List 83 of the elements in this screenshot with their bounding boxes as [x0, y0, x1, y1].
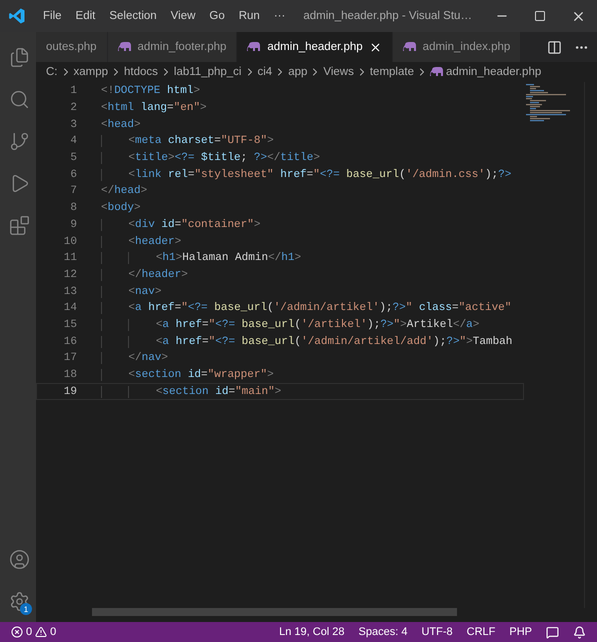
editor-tab[interactable]: admin_footer.php — [108, 32, 238, 62]
line-number: 19 — [62, 386, 77, 398]
line-number: 1 — [69, 85, 77, 98]
code-line: <title><?= $title; ?></title> — [101, 152, 320, 164]
line-number: 12 — [62, 268, 77, 281]
line-number: 16 — [62, 336, 77, 348]
split-editor-icon[interactable] — [547, 40, 562, 54]
code-line: <h1>Halaman Admin</h1> — [101, 252, 302, 264]
line-number: 7 — [69, 185, 77, 198]
breadcrumb-item[interactable]: C: — [46, 66, 58, 78]
app-logo-icon — [8, 7, 26, 25]
close-icon[interactable] — [368, 40, 382, 54]
code-line: <div id="container"> — [101, 218, 260, 231]
status-item[interactable]: UTF-8 — [416, 626, 458, 638]
breadcrumb-item[interactable]: xampp — [74, 66, 108, 78]
scrollbar-thumb[interactable] — [92, 608, 457, 616]
menu-item[interactable]: ··· — [266, 10, 292, 22]
code-line: </nav> — [101, 352, 168, 364]
code-line: <head> — [101, 118, 141, 131]
menu-item[interactable]: View — [164, 10, 202, 22]
tab-label: admin_footer.php — [138, 41, 226, 53]
php-file-icon — [430, 67, 444, 77]
menu-item[interactable]: Edit — [68, 10, 102, 22]
code-line: <section id="main"> — [101, 386, 282, 398]
breadcrumb-item[interactable]: admin_header.php — [446, 66, 542, 78]
breadcrumb-item[interactable]: app — [288, 66, 308, 78]
status-item[interactable]: Ln 19, Col 28 — [274, 626, 350, 638]
line-number: 17 — [62, 352, 77, 364]
code-line: <body> — [101, 202, 141, 214]
code-line: </header> — [101, 268, 188, 281]
line-number: 13 — [62, 286, 77, 298]
breadcrumb-item[interactable]: Views — [323, 66, 354, 78]
error-icon — [11, 626, 23, 638]
line-number: 3 — [69, 118, 77, 131]
menu-item[interactable]: Selection — [102, 10, 164, 22]
tab-label: admin_index.php — [422, 41, 510, 53]
code-line: <header> — [101, 236, 182, 248]
code-line: <meta charset="UTF-8"> — [101, 135, 274, 148]
error-count: 0 — [26, 626, 32, 638]
code-line: </head> — [101, 185, 148, 198]
line-number: 4 — [69, 135, 77, 148]
line-number: 15 — [62, 318, 77, 331]
status-item[interactable]: Spaces: 4 — [354, 626, 412, 638]
breadcrumb-item[interactable]: template — [370, 66, 414, 78]
tab-label: outes.php — [46, 41, 97, 53]
editor-tab[interactable]: outes.php — [36, 32, 108, 62]
line-number: 11 — [62, 252, 77, 264]
code-line: <!DOCTYPE html> — [101, 85, 200, 98]
notification-badge: 1 — [20, 603, 32, 615]
line-number: 14 — [62, 302, 77, 314]
editor-tab[interactable]: admin_header.php — [237, 32, 393, 62]
line-number: 5 — [69, 152, 77, 164]
code-line: <a href="<?= base_url('/artikel');?>">Artikel</a> — [101, 318, 480, 331]
status-item[interactable]: CRLF — [462, 626, 500, 638]
breadcrumb-item[interactable]: ci4 — [258, 66, 272, 78]
bell-icon[interactable] — [573, 626, 586, 638]
account-icon[interactable] — [8, 548, 30, 570]
window-title: admin_header.php - Visual Stu… — [302, 10, 473, 22]
breadcrumb-item[interactable]: lab11_php_ci — [174, 66, 242, 78]
warning-icon — [35, 626, 48, 638]
editor-tab[interactable]: admin_index.php — [392, 32, 522, 62]
menu-item[interactable]: Go — [202, 10, 232, 22]
menu-item[interactable]: File — [36, 10, 69, 22]
code-line: <section id="wrapper"> — [101, 369, 274, 382]
tab-label: admin_header.php — [267, 41, 363, 53]
code-line: <link rel="stylesheet" href="<?= base_url('/admin.css');?> — [101, 168, 512, 181]
warning-count: 0 — [50, 626, 56, 638]
maximize-icon[interactable] — [534, 10, 546, 22]
menu-item[interactable]: Run — [232, 10, 267, 22]
code-line: <nav> — [101, 286, 162, 298]
status-item[interactable]: PHP — [504, 626, 537, 638]
line-number: 2 — [69, 102, 77, 114]
code-line: <a href="<?= base_url('/admin/artikel');?>" class="active" — [101, 302, 512, 314]
line-number: 9 — [69, 218, 77, 231]
code-line: <a href="<?= base_url('/admin/artikel/add');?>">Tambah — [101, 336, 512, 348]
code-line: <html lang="en"> — [101, 102, 207, 114]
breadcrumb-item[interactable]: htdocs — [124, 66, 158, 78]
line-number: 18 — [62, 369, 77, 382]
line-number: 10 — [62, 236, 77, 248]
line-number: 6 — [69, 168, 77, 181]
settings-icon[interactable] — [8, 590, 30, 612]
feedback-icon[interactable] — [546, 626, 559, 638]
line-number: 8 — [69, 202, 77, 214]
